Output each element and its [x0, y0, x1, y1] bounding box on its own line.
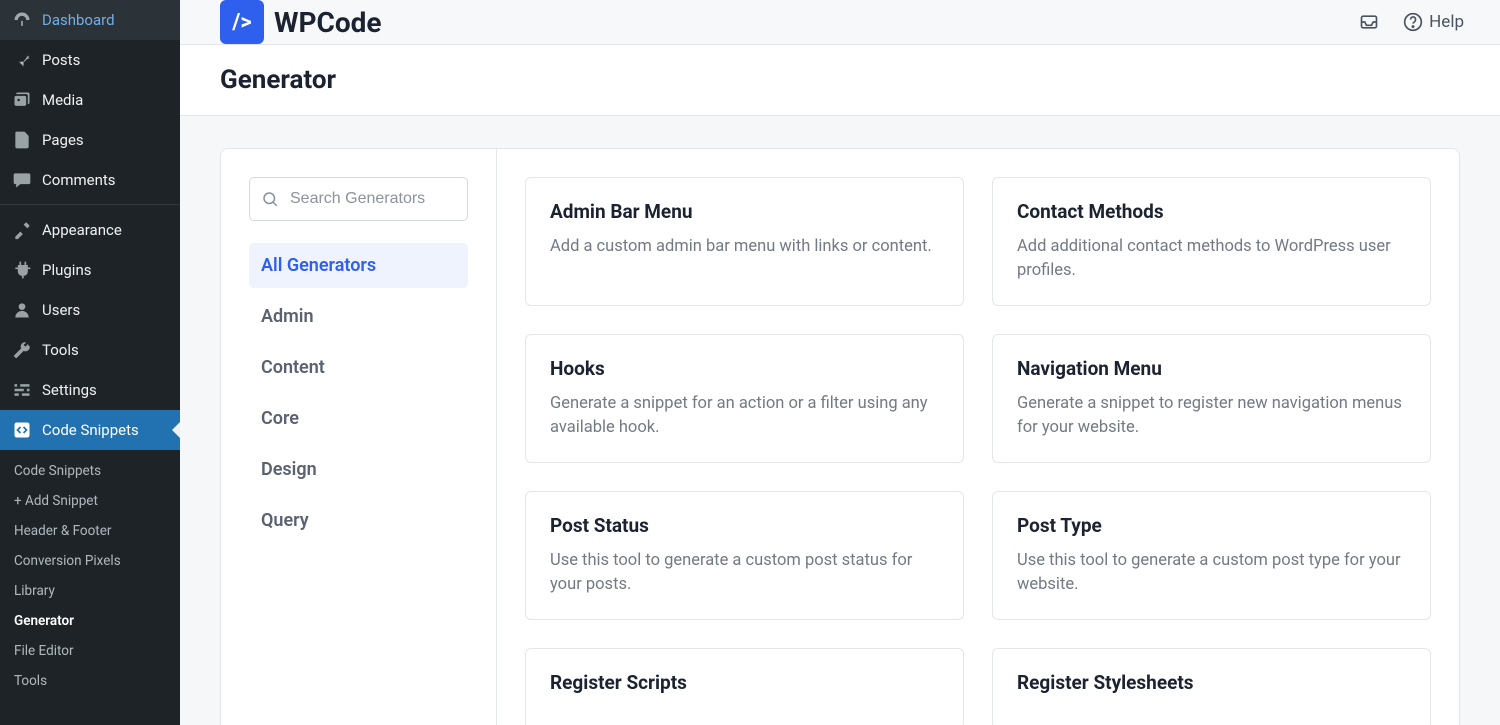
- help-link[interactable]: Help: [1403, 12, 1464, 32]
- subnav-generator[interactable]: Generator: [0, 606, 180, 636]
- plugin-topbar: /> WPCode Help: [180, 0, 1500, 45]
- generator-card-post-status[interactable]: Post Status Use this tool to generate a c…: [525, 491, 964, 620]
- subnav-header-footer[interactable]: Header & Footer: [0, 516, 180, 546]
- subnav-file-editor[interactable]: File Editor: [0, 636, 180, 666]
- category-core[interactable]: Core: [249, 396, 468, 441]
- category-content[interactable]: Content: [249, 345, 468, 390]
- card-title: Hooks: [550, 357, 939, 380]
- generator-panel: All Generators Admin Content Core Design Quer…: [220, 148, 1460, 725]
- generator-card-register-scripts[interactable]: Register Scripts: [525, 648, 964, 725]
- search-icon: [261, 190, 279, 208]
- media-icon: [12, 90, 32, 110]
- category-query[interactable]: Query: [249, 498, 468, 543]
- search-input[interactable]: [249, 177, 468, 221]
- nav-code-snippets[interactable]: Code Snippets: [0, 410, 180, 450]
- nav-label: Pages: [42, 131, 84, 149]
- card-desc: Use this tool to generate a custom post …: [550, 549, 939, 597]
- dashboard-icon: [12, 10, 32, 30]
- category-column: All Generators Admin Content Core Design Quer…: [221, 149, 497, 725]
- nav-users[interactable]: Users: [0, 290, 180, 330]
- search-wrap: [249, 177, 468, 221]
- nav-settings[interactable]: Settings: [0, 370, 180, 410]
- help-label: Help: [1429, 12, 1464, 32]
- card-desc: Generate a snippet to register new navig…: [1017, 392, 1406, 440]
- card-desc: Add additional contact methods to WordPr…: [1017, 235, 1406, 283]
- pin-icon: [12, 50, 32, 70]
- code-snippets-submenu: Code Snippets+ Add SnippetHeader & Foote…: [0, 450, 180, 706]
- nav-label: Plugins: [42, 261, 91, 279]
- subnav--add-snippet[interactable]: + Add Snippet: [0, 486, 180, 516]
- nav-posts[interactable]: Posts: [0, 40, 180, 80]
- card-title: Post Type: [1017, 514, 1406, 537]
- card-desc: Use this tool to generate a custom post …: [1017, 549, 1406, 597]
- brand: /> WPCode: [220, 0, 382, 44]
- card-title: Admin Bar Menu: [550, 200, 939, 223]
- generator-cards: Admin Bar Menu Add a custom admin bar men…: [497, 149, 1459, 725]
- category-all-generators[interactable]: All Generators: [249, 243, 468, 288]
- nav-label: Posts: [42, 51, 80, 69]
- page-title: Generator: [220, 65, 1460, 95]
- plugin-icon: [12, 260, 32, 280]
- generator-card-admin-bar-menu[interactable]: Admin Bar Menu Add a custom admin bar men…: [525, 177, 964, 306]
- nav-label: Dashboard: [42, 11, 115, 29]
- nav-pages[interactable]: Pages: [0, 120, 180, 160]
- generator-card-hooks[interactable]: Hooks Generate a snippet for an action or…: [525, 334, 964, 463]
- inbox-icon[interactable]: [1359, 12, 1379, 32]
- page-icon: [12, 130, 32, 150]
- subnav-code-snippets[interactable]: Code Snippets: [0, 456, 180, 486]
- menu-separator: [0, 200, 180, 205]
- nav-dashboard[interactable]: Dashboard: [0, 0, 180, 40]
- generator-card-contact-methods[interactable]: Contact Methods Add additional contact me…: [992, 177, 1431, 306]
- nav-appearance[interactable]: Appearance: [0, 210, 180, 250]
- category-admin[interactable]: Admin: [249, 294, 468, 339]
- generator-card-navigation-menu[interactable]: Navigation Menu Generate a snippet to reg…: [992, 334, 1431, 463]
- subnav-library[interactable]: Library: [0, 576, 180, 606]
- nav-label: Comments: [42, 171, 116, 189]
- tools-icon: [12, 340, 32, 360]
- brand-name: WPCode: [274, 6, 382, 39]
- card-title: Register Stylesheets: [1017, 671, 1406, 694]
- nav-label: Users: [42, 301, 80, 319]
- subnav-tools[interactable]: Tools: [0, 666, 180, 696]
- card-desc: Add a custom admin bar menu with links o…: [550, 235, 939, 259]
- user-icon: [12, 300, 32, 320]
- card-title: Register Scripts: [550, 671, 939, 694]
- comment-icon: [12, 170, 32, 190]
- nav-plugins[interactable]: Plugins: [0, 250, 180, 290]
- nav-label: Media: [42, 91, 83, 109]
- wpcode-logo: />: [220, 0, 264, 44]
- appearance-icon: [12, 220, 32, 240]
- nav-label: Tools: [42, 341, 79, 359]
- page-title-bar: Generator: [180, 45, 1500, 116]
- nav-comments[interactable]: Comments: [0, 160, 180, 200]
- nav-label: Code Snippets: [42, 421, 139, 439]
- generator-card-post-type[interactable]: Post Type Use this tool to generate a cus…: [992, 491, 1431, 620]
- card-title: Post Status: [550, 514, 939, 537]
- subnav-conversion-pixels[interactable]: Conversion Pixels: [0, 546, 180, 576]
- category-design[interactable]: Design: [249, 447, 468, 492]
- category-list: All Generators Admin Content Core Design Quer…: [249, 243, 468, 543]
- nav-label: Appearance: [42, 221, 122, 239]
- wp-admin-sidebar: Dashboard Posts Media Pages Comments Appeara…: [0, 0, 180, 725]
- card-title: Contact Methods: [1017, 200, 1406, 223]
- nav-tools[interactable]: Tools: [0, 330, 180, 370]
- nav-media[interactable]: Media: [0, 80, 180, 120]
- code-icon: [12, 420, 32, 440]
- nav-label: Settings: [42, 381, 97, 399]
- card-desc: Generate a snippet for an action or a fi…: [550, 392, 939, 440]
- main-column: /> WPCode Help Generator: [180, 0, 1500, 725]
- card-title: Navigation Menu: [1017, 357, 1406, 380]
- generator-card-register-stylesheets[interactable]: Register Stylesheets: [992, 648, 1431, 725]
- settings-icon: [12, 380, 32, 400]
